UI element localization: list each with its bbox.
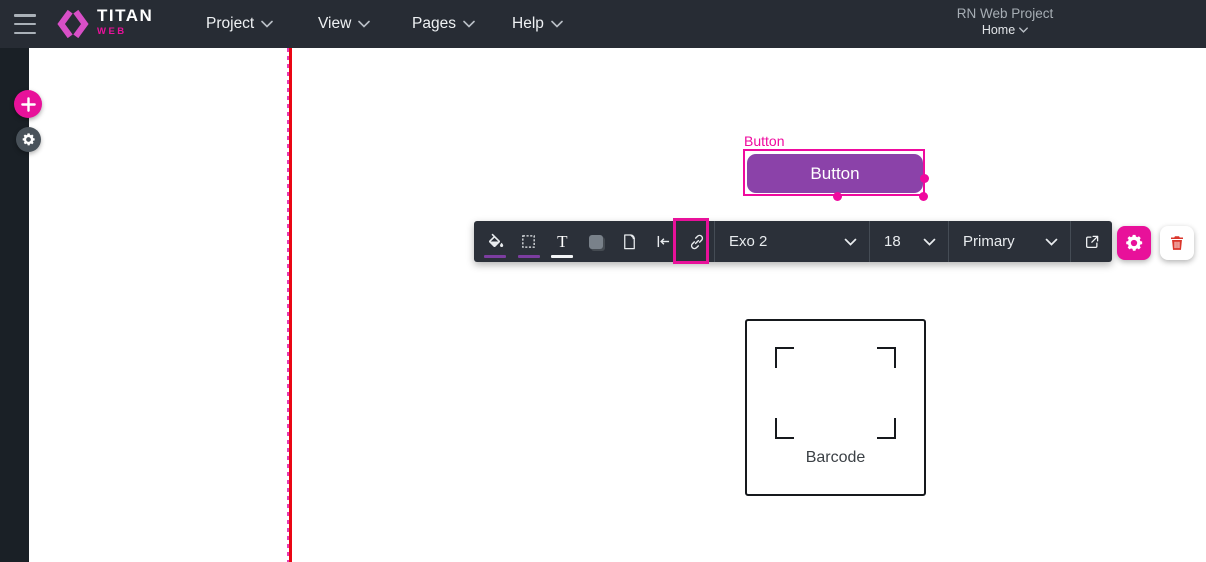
menu-view[interactable]: View xyxy=(318,0,371,48)
chevron-down-icon xyxy=(1019,27,1029,33)
brand-title: TITAN xyxy=(97,6,154,25)
page-selector[interactable]: Home xyxy=(981,23,1029,37)
chevron-down-icon xyxy=(844,238,857,246)
border-button[interactable] xyxy=(512,221,546,262)
chevron-down-icon xyxy=(463,20,475,28)
rail-settings-button[interactable] xyxy=(16,127,41,152)
style-preset-dropdown[interactable]: Primary xyxy=(948,221,1070,262)
chevron-down-icon xyxy=(551,20,563,28)
border-color-swatch xyxy=(517,255,540,258)
fill-icon xyxy=(489,233,504,248)
border-icon xyxy=(522,235,535,248)
hamburger-menu-icon[interactable] xyxy=(14,14,36,34)
font-size-dropdown[interactable]: 18 xyxy=(869,221,948,262)
menu-help-label: Help xyxy=(512,15,544,32)
scan-corner-icon xyxy=(775,347,794,368)
shadow-icon xyxy=(589,234,604,249)
project-name: RN Web Project xyxy=(956,6,1054,21)
text-color-swatch xyxy=(551,255,574,258)
brand-text: TITAN WEB xyxy=(97,7,153,37)
scan-corner-icon xyxy=(877,418,896,439)
text-style-button[interactable]: T xyxy=(545,221,579,262)
fill-color-button[interactable] xyxy=(478,221,512,262)
delete-element-button[interactable] xyxy=(1160,226,1194,260)
left-rail xyxy=(0,48,29,562)
element-settings-button[interactable] xyxy=(1117,226,1151,260)
scan-corner-icon xyxy=(775,418,794,439)
font-family-value: Exo 2 xyxy=(729,233,768,250)
settings-gear-icon xyxy=(1126,234,1143,251)
delete-trash-icon xyxy=(1171,236,1183,250)
guide-line xyxy=(289,48,292,562)
page-action-button[interactable] xyxy=(613,221,647,262)
style-preset-value: Primary xyxy=(963,233,1015,250)
link-button-highlight-box xyxy=(673,218,709,264)
scan-corner-icon xyxy=(877,347,896,368)
fill-color-swatch xyxy=(484,255,506,258)
titan-logo-icon xyxy=(57,9,89,39)
barcode-element[interactable]: Barcode xyxy=(745,319,926,496)
menu-help[interactable]: Help xyxy=(512,0,563,48)
shadow-button[interactable] xyxy=(579,221,613,262)
brand-subtitle: WEB xyxy=(97,26,127,37)
font-family-dropdown[interactable]: Exo 2 xyxy=(714,221,869,262)
open-external-icon xyxy=(1085,235,1098,248)
project-info: RN Web Project Home xyxy=(940,6,1070,39)
design-canvas[interactable] xyxy=(29,48,1206,562)
chevron-down-icon xyxy=(358,20,371,28)
canvas-button-element[interactable]: Button xyxy=(747,154,923,193)
text-style-icon: T xyxy=(557,232,568,251)
resize-handle-bottom-right[interactable] xyxy=(918,191,928,201)
page-icon xyxy=(624,234,636,250)
top-navbar: TITAN WEB Project View Pages Help RN Web… xyxy=(0,0,1206,48)
resize-handle-bottom[interactable] xyxy=(832,191,842,201)
barcode-label: Barcode xyxy=(805,449,866,466)
chevron-down-icon xyxy=(923,238,936,246)
resize-handle-right[interactable] xyxy=(919,173,929,183)
selected-element-label: Button xyxy=(744,133,785,149)
menu-pages[interactable]: Pages xyxy=(412,0,475,48)
chevron-down-icon xyxy=(1045,238,1058,246)
format-toolbar: T Exo 2 18 Primary xyxy=(474,221,1112,262)
add-element-button[interactable] xyxy=(14,90,42,118)
menu-pages-label: Pages xyxy=(412,15,456,32)
menu-project[interactable]: Project xyxy=(206,0,274,48)
spacing-icon xyxy=(657,235,669,248)
menu-project-label: Project xyxy=(206,15,255,32)
current-page-label: Home xyxy=(981,23,1016,37)
open-external-button[interactable] xyxy=(1070,221,1112,262)
chevron-down-icon xyxy=(261,20,274,28)
font-size-value: 18 xyxy=(884,233,901,250)
menu-view-label: View xyxy=(318,15,352,32)
plus-icon xyxy=(20,96,36,112)
gear-icon xyxy=(22,133,35,146)
